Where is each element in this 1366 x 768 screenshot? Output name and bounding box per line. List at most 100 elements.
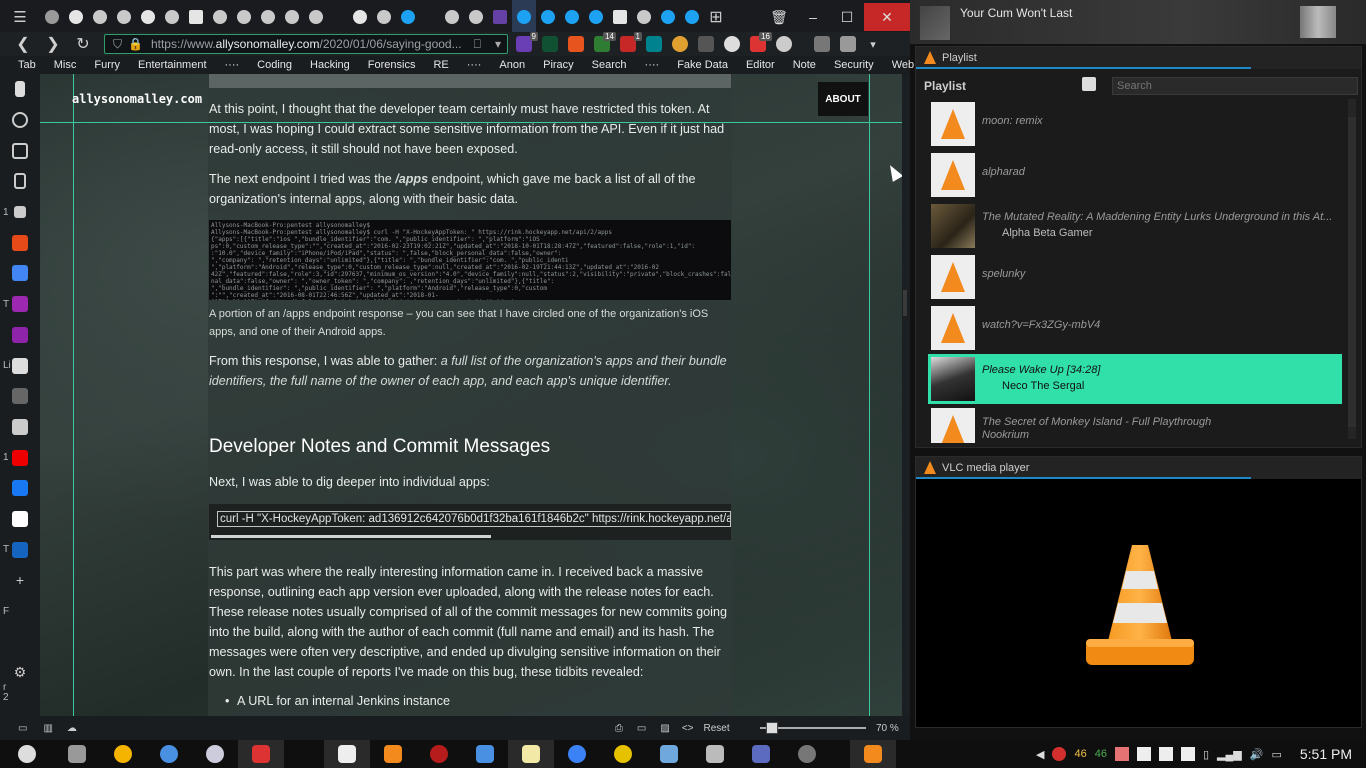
- bookmark-folder[interactable]: Piracy: [534, 59, 583, 71]
- playlist-scrollbar-thumb[interactable]: [1348, 117, 1356, 427]
- tiling-icon[interactable]: ▥: [43, 723, 52, 734]
- sidebar-calendar-icon[interactable]: [0, 135, 40, 166]
- back-button[interactable]: ❮: [8, 32, 38, 56]
- taskbar-sublime-icon[interactable]: [370, 740, 416, 768]
- taskbar-app[interactable]: [554, 740, 600, 768]
- about-link[interactable]: ABOUT: [818, 82, 868, 116]
- code-scrollbar[interactable]: [211, 535, 491, 538]
- taskbar-vivaldi-icon[interactable]: [238, 740, 284, 768]
- sidebar-history-icon[interactable]: [0, 105, 40, 136]
- sidebar-add-panel-icon[interactable]: +: [0, 565, 40, 596]
- extension-icon[interactable]: [776, 36, 792, 52]
- code-text[interactable]: curl -H "X-HockeyAppToken: ad136912c6420…: [217, 511, 731, 527]
- tab-twitch[interactable]: [488, 0, 512, 34]
- tab-twitter[interactable]: [584, 0, 608, 34]
- playlist-item[interactable]: spelunky: [928, 252, 1342, 302]
- trash-icon[interactable]: 🗑: [762, 3, 796, 31]
- tab-twitter[interactable]: [536, 0, 560, 34]
- start-button[interactable]: [0, 740, 54, 768]
- sidebar-panel-icon[interactable]: T: [0, 289, 40, 320]
- taskbar-app[interactable]: [462, 740, 508, 768]
- tab-document[interactable]: [608, 0, 632, 34]
- tab-generic[interactable]: [464, 0, 488, 34]
- taskbar-vlc-icon[interactable]: [850, 740, 896, 768]
- extension-icon[interactable]: 9: [516, 32, 538, 52]
- bookmark-folder[interactable]: Coding: [248, 59, 301, 71]
- extension-icon[interactable]: [672, 36, 688, 52]
- bookmark-icon[interactable]: ⎕: [474, 37, 481, 52]
- tab-twitter[interactable]: [396, 0, 420, 34]
- bookmark-folder[interactable]: Entertainment: [129, 59, 215, 71]
- extension-icon[interactable]: [568, 36, 584, 52]
- bookmark-folder[interactable]: Editor: [737, 59, 784, 71]
- bookmark-folder[interactable]: Security: [825, 59, 883, 71]
- playlist-item-selected[interactable]: Please Wake Up [34:28] Neco The Sergal: [928, 354, 1342, 404]
- window-icon[interactable]: ▭: [637, 723, 646, 734]
- panel-toggle-icon[interactable]: ▭: [18, 723, 27, 734]
- bookmark-folder[interactable]: Forensics: [359, 59, 425, 71]
- sidebar-vivaldi-icon[interactable]: [0, 320, 40, 351]
- bookmark-folder[interactable]: Note: [784, 59, 825, 71]
- taskbar-notes-icon[interactable]: [508, 740, 554, 768]
- shield-icon[interactable]: ⛉: [113, 37, 122, 52]
- menu-dropdown-icon[interactable]: ▾: [866, 32, 880, 56]
- zoom-level[interactable]: 70 %: [876, 723, 899, 734]
- bookmark-folder[interactable]: Fake Data: [668, 59, 737, 71]
- taskbar-app[interactable]: [692, 740, 738, 768]
- sidebar-youtube-icon[interactable]: 1: [0, 442, 40, 473]
- taskbar-app[interactable]: [324, 740, 370, 768]
- tab-generic[interactable]: [280, 0, 304, 34]
- bookmark-folder[interactable]: Furry: [85, 59, 129, 71]
- sidebar-facebook-icon[interactable]: [0, 473, 40, 504]
- tab-generic[interactable]: [256, 0, 280, 34]
- playlist-search-input[interactable]: [1112, 77, 1358, 95]
- image-icon[interactable]: ▨: [660, 723, 669, 734]
- tray-app-icon[interactable]: [1114, 747, 1129, 761]
- tab-github[interactable]: [348, 0, 372, 34]
- playlist-item[interactable]: moon: remix: [928, 99, 1342, 149]
- extension-icon[interactable]: [646, 36, 662, 52]
- playlist-item[interactable]: watch?v=Fx3ZGy-mbV4: [928, 303, 1342, 353]
- extension-icon[interactable]: 16: [750, 32, 772, 52]
- tray-count[interactable]: 46: [1074, 748, 1086, 760]
- tab-generic[interactable]: [232, 0, 256, 34]
- taskbar-app[interactable]: [54, 740, 100, 768]
- vlc-titlebar[interactable]: VLC media player: [916, 457, 1361, 479]
- taskbar-app[interactable]: [784, 740, 830, 768]
- bookmark-folder[interactable]: Search: [583, 59, 636, 71]
- wifi-icon[interactable]: ▂▄▆: [1217, 748, 1242, 761]
- tab-generic[interactable]: [304, 0, 328, 34]
- extension-icon[interactable]: [698, 36, 714, 52]
- tab-generic[interactable]: [632, 0, 656, 34]
- tab-generic[interactable]: [372, 0, 396, 34]
- playlist-view-icon[interactable]: [1082, 77, 1096, 91]
- tab-twitter[interactable]: [560, 0, 584, 34]
- tab-medium[interactable]: [184, 0, 208, 34]
- zoom-slider-handle[interactable]: [765, 722, 778, 734]
- tab-generic[interactable]: [112, 0, 136, 34]
- tab-github[interactable]: [136, 0, 160, 34]
- clock[interactable]: 5:51 PM: [1300, 746, 1352, 762]
- sidebar-shield-icon[interactable]: T: [0, 534, 40, 565]
- site-title[interactable]: allysonomalley.com: [72, 92, 202, 106]
- tab-twitter[interactable]: [512, 0, 536, 34]
- tab-generic[interactable]: [680, 0, 704, 34]
- maximize-button[interactable]: ☐: [830, 3, 864, 31]
- forward-button[interactable]: ❯: [38, 32, 68, 56]
- tab-vivaldi[interactable]: [40, 0, 64, 34]
- sidebar-translate-icon[interactable]: [0, 258, 40, 289]
- notification-icon[interactable]: ▭: [1271, 748, 1281, 761]
- playlist-item[interactable]: The Secret of Monkey Island - Full Playt…: [928, 405, 1342, 443]
- extension-icon[interactable]: 14: [594, 32, 616, 52]
- extension-icon[interactable]: [542, 36, 558, 52]
- sidebar-google-icon[interactable]: [0, 504, 40, 535]
- tray-app-icon[interactable]: [1136, 747, 1151, 761]
- reload-button[interactable]: ↻: [68, 32, 98, 56]
- tab-generic[interactable]: [88, 0, 112, 34]
- close-button[interactable]: ✕: [864, 3, 910, 31]
- minimize-button[interactable]: –: [796, 3, 830, 31]
- menu-icon[interactable]: ☰: [0, 0, 40, 34]
- new-tab-icon[interactable]: ⊞: [704, 0, 728, 34]
- lock-icon[interactable]: 🔒: [128, 37, 143, 51]
- taskbar-app[interactable]: [646, 740, 692, 768]
